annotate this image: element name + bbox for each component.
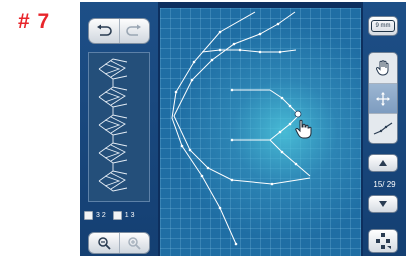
arrow-down-icon bbox=[379, 201, 387, 207]
stitch-options-icon bbox=[376, 233, 391, 249]
hand-tool-button[interactable] bbox=[369, 53, 397, 83]
zoom-in-button[interactable] bbox=[118, 233, 150, 253]
previous-stitch-button[interactable] bbox=[368, 154, 398, 172]
undo-icon bbox=[96, 24, 112, 36]
tool-column bbox=[368, 52, 398, 144]
stitch-edit-tool-button[interactable] bbox=[369, 113, 397, 143]
stitch-counter: 15/ 29 bbox=[373, 180, 396, 189]
zoom-out-button[interactable] bbox=[89, 233, 119, 253]
stitch-stats: 3 2 1 3 bbox=[84, 208, 134, 222]
zoom-group bbox=[88, 232, 150, 254]
move-tool-button[interactable] bbox=[369, 83, 397, 113]
design-canvas[interactable] bbox=[160, 8, 361, 256]
info-icon bbox=[112, 210, 122, 220]
move-icon bbox=[376, 91, 390, 106]
info-value: 1 3 bbox=[124, 211, 135, 219]
stitch-pattern-preview bbox=[98, 58, 128, 192]
stitch-design bbox=[171, 11, 312, 246]
stitch-size-label: 9 mm bbox=[371, 20, 395, 32]
stitch-options-button[interactable] bbox=[368, 229, 398, 253]
stitch-edit-icon bbox=[373, 122, 393, 135]
redo-button[interactable] bbox=[118, 19, 150, 43]
selected-stitch-point[interactable] bbox=[294, 110, 302, 118]
stitch-count-value: 3 2 bbox=[96, 211, 106, 219]
zoom-out-icon bbox=[98, 237, 111, 250]
right-panel: 9 mm 15/ 29 bbox=[363, 2, 406, 256]
redo-icon bbox=[126, 24, 142, 36]
hand-icon bbox=[376, 60, 389, 76]
stitch-count-icon bbox=[84, 210, 93, 220]
stitch-size-button[interactable]: 9 mm bbox=[368, 16, 398, 36]
next-stitch-button[interactable] bbox=[368, 195, 398, 213]
undo-redo-group bbox=[88, 18, 150, 44]
arrow-up-icon bbox=[379, 160, 387, 166]
undo-button[interactable] bbox=[89, 19, 119, 43]
hand-cursor-icon bbox=[295, 119, 312, 139]
step-label: # 7 bbox=[18, 10, 51, 33]
zoom-in-icon bbox=[128, 237, 141, 250]
embroidery-editor: 3 2 1 3 9 mm 15/ 29 bbox=[80, 2, 406, 256]
left-panel: 3 2 1 3 bbox=[80, 2, 158, 256]
design-preview bbox=[88, 52, 150, 202]
